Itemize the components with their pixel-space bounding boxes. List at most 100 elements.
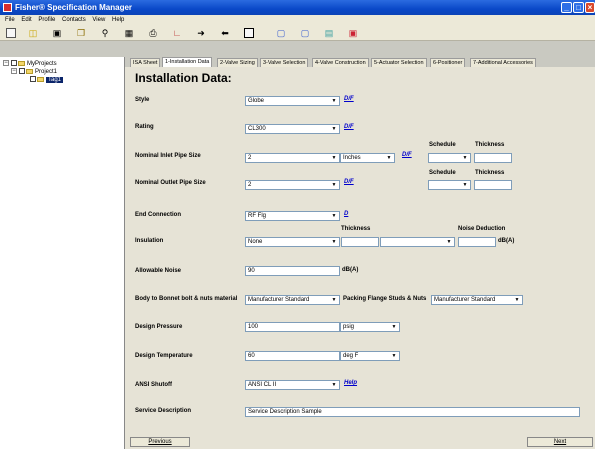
next-button[interactable]: Next xyxy=(527,437,593,447)
shutoff-select[interactable]: ANSI CL II ▼ xyxy=(245,380,340,390)
packing-select[interactable]: Manufacturer Standard ▼ xyxy=(431,295,523,305)
copy-icon[interactable]: ❐ xyxy=(75,27,87,39)
save-icon[interactable]: ▣ xyxy=(51,27,63,39)
inlet-df-link[interactable]: D/F xyxy=(402,152,412,158)
toolbar: ◫ ▣ ❐ ⚲ ▦ ⎙ ∟ ➜ ⬅ ▢ ▢ ▤ ▣ xyxy=(0,25,595,41)
menu-help[interactable]: Help xyxy=(112,15,124,25)
folder-icon xyxy=(26,68,33,74)
tab-additional-accessories[interactable]: 7-Additional Accessories xyxy=(470,58,536,67)
window-icon[interactable] xyxy=(243,27,255,39)
temperature-input[interactable]: 60 xyxy=(245,351,340,361)
end-connection-d-link[interactable]: D xyxy=(344,211,348,217)
menu-view[interactable]: View xyxy=(92,15,105,25)
arrow-left-icon[interactable]: ⬅ xyxy=(219,27,231,39)
insulation-select[interactable]: None ▼ xyxy=(245,237,340,247)
tab-actuator-selection[interactable]: 5-Actuator Selection xyxy=(371,58,427,67)
service-description-input[interactable]: Service Description Sample xyxy=(245,407,580,417)
insulation-thickness-input[interactable] xyxy=(341,237,379,247)
outlet-label: Nominal Outlet Pipe Size xyxy=(135,180,206,186)
doc-icon[interactable]: ▤ xyxy=(323,27,335,39)
chevron-down-icon: ▼ xyxy=(331,297,337,303)
outlet-df-link[interactable]: D/F xyxy=(344,179,354,185)
tab-valve-sizing[interactable]: 2-Valve Sizing xyxy=(217,58,258,67)
packing-label: Packing Flange Studs & Nuts xyxy=(343,296,427,302)
rating-label: Rating xyxy=(135,124,154,130)
inlet-size-select[interactable]: 2 ▼ xyxy=(245,153,340,163)
minimize-icon[interactable]: _ xyxy=(561,2,572,13)
chevron-down-icon: ▼ xyxy=(386,155,392,161)
zoom-icon[interactable]: ⚲ xyxy=(99,27,111,39)
collapse-icon[interactable]: − xyxy=(3,60,9,67)
inlet-unit-select[interactable]: Inches ▼ xyxy=(340,153,395,163)
chevron-down-icon: ▼ xyxy=(462,182,468,188)
insulation-thickness-unit-select[interactable]: ▼ xyxy=(380,237,455,247)
temperature-label: Design Temperature xyxy=(135,353,193,359)
shutoff-help-link[interactable]: Help xyxy=(344,380,357,386)
allowable-noise-label: Allowable Noise xyxy=(135,268,182,274)
bonnet-select[interactable]: Manufacturer Standard ▼ xyxy=(245,295,340,305)
arrow-right-icon[interactable]: ➜ xyxy=(195,27,207,39)
bonnet-label: Body to Bonnet bolt & nuts material xyxy=(135,296,238,302)
project-tree: − MyProjects − Project1 Tag1 xyxy=(0,57,125,449)
folder-icon xyxy=(18,60,25,66)
chart-icon[interactable]: ∟ xyxy=(171,27,183,39)
outlet-size-select[interactable]: 2 ▼ xyxy=(245,180,340,190)
maximize-icon[interactable]: □ xyxy=(573,2,584,13)
save-red-icon[interactable]: ▣ xyxy=(347,27,359,39)
noise-deduction-header: Noise Deduction xyxy=(458,226,506,232)
new-icon[interactable] xyxy=(5,27,17,39)
chevron-down-icon: ▼ xyxy=(446,239,452,245)
checkbox-icon[interactable] xyxy=(11,60,17,67)
chevron-down-icon: ▼ xyxy=(391,353,397,359)
tab-isa-sheet[interactable]: ISA Sheet xyxy=(130,58,161,67)
pressure-unit-select[interactable]: psig ▼ xyxy=(340,322,400,332)
chevron-down-icon: ▼ xyxy=(331,126,337,132)
menu-edit[interactable]: Edit xyxy=(21,15,31,25)
outlet-schedule-header: Schedule xyxy=(429,170,456,176)
pressure-label: Design Pressure xyxy=(135,324,183,330)
tab-valve-selection[interactable]: 3-Valve Selection xyxy=(260,58,309,67)
inlet-thickness-header: Thickness xyxy=(475,142,505,148)
temperature-unit-select[interactable]: deg F ▼ xyxy=(340,351,400,361)
tab-valve-construction[interactable]: 4-Valve Construction xyxy=(312,58,369,67)
print-icon[interactable]: ⎙ xyxy=(147,27,159,39)
chevron-down-icon: ▼ xyxy=(391,324,397,330)
menu-file[interactable]: File xyxy=(5,15,15,25)
close-icon[interactable]: × xyxy=(585,2,595,13)
shutoff-label: ANSI Shutoff xyxy=(135,382,172,388)
noise-deduction-input[interactable] xyxy=(458,237,496,247)
in-icon[interactable]: ▢ xyxy=(299,27,311,39)
menu-contacts[interactable]: Contacts xyxy=(62,15,86,25)
window-title: Fisher® Specification Manager xyxy=(15,3,133,12)
rating-select[interactable]: CL300 ▼ xyxy=(245,124,340,134)
checkbox-icon[interactable] xyxy=(19,68,25,75)
pressure-input[interactable]: 100 xyxy=(245,322,340,332)
collapse-icon[interactable]: − xyxy=(11,68,17,75)
inlet-schedule-select[interactable]: ▼ xyxy=(428,153,471,163)
outlet-thickness-input[interactable] xyxy=(474,180,512,190)
rating-df-link[interactable]: D/F xyxy=(344,124,354,130)
style-label: Style xyxy=(135,97,150,103)
tree-tag[interactable]: Tag1 xyxy=(30,76,64,85)
style-select[interactable]: Globe ▼ xyxy=(245,96,340,106)
app-icon xyxy=(3,3,12,12)
title-bar: Fisher® Specification Manager _ □ × xyxy=(0,0,595,15)
tab-installation-data[interactable]: 1-Installation Data xyxy=(162,57,213,67)
f-icon[interactable]: ▢ xyxy=(275,27,287,39)
style-df-link[interactable]: D/F xyxy=(344,96,354,102)
checkbox-icon[interactable] xyxy=(30,76,36,83)
previous-button[interactable]: Previous xyxy=(130,437,190,447)
inlet-thickness-input[interactable] xyxy=(474,153,512,163)
allowable-noise-input[interactable]: 90 xyxy=(245,266,340,276)
end-connection-select[interactable]: RF Flg ▼ xyxy=(245,211,340,221)
chevron-down-icon: ▼ xyxy=(331,98,337,104)
menu-profile[interactable]: Profile xyxy=(38,15,55,25)
tab-positioner[interactable]: 6-Positioner xyxy=(430,58,466,67)
installation-form: Installation Data: Style Globe ▼ D/F Rati… xyxy=(125,67,595,449)
chevron-down-icon: ▼ xyxy=(331,239,337,245)
grid-icon[interactable]: ▦ xyxy=(123,27,135,39)
allowable-noise-unit: dB(A) xyxy=(342,267,359,273)
outlet-schedule-select[interactable]: ▼ xyxy=(428,180,471,190)
chevron-down-icon: ▼ xyxy=(331,213,337,219)
open-icon[interactable]: ◫ xyxy=(27,27,39,39)
